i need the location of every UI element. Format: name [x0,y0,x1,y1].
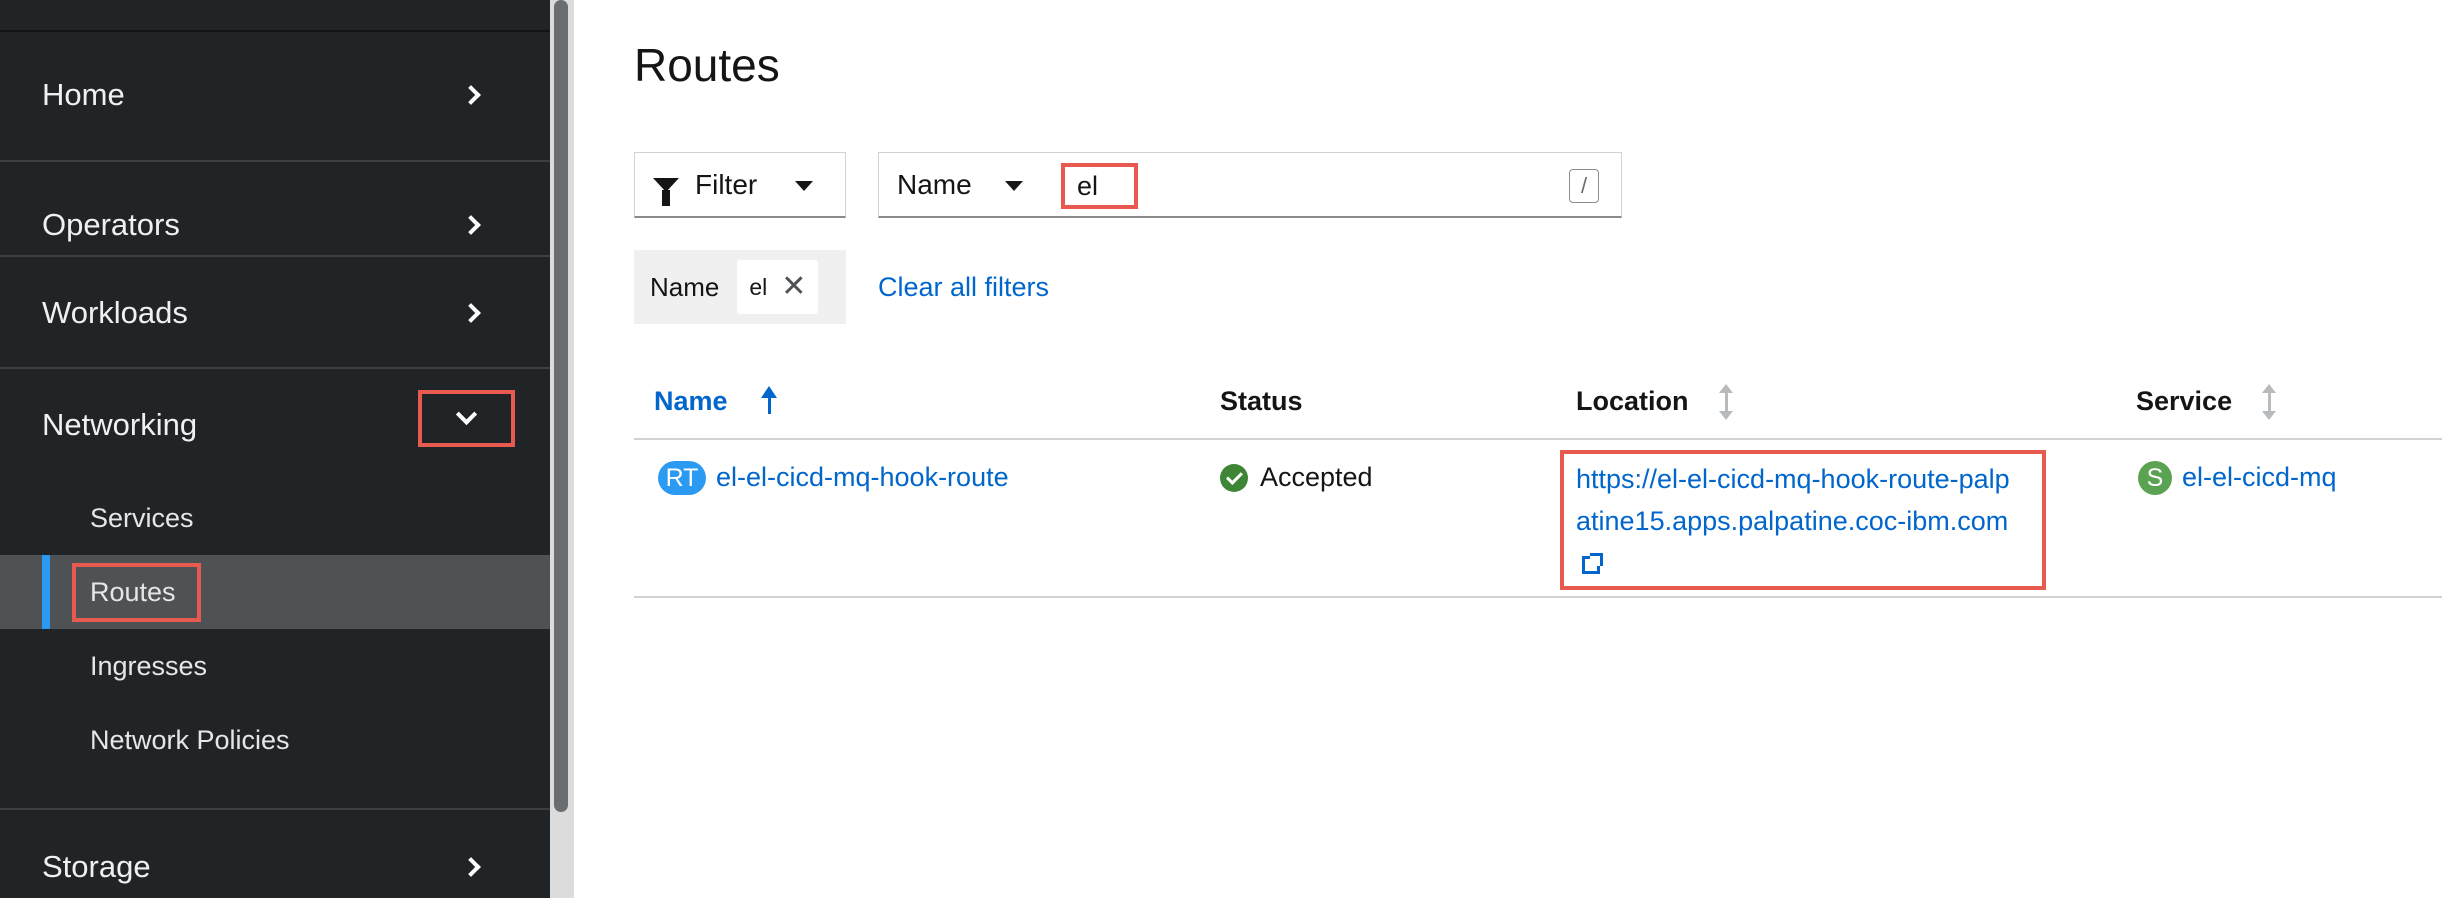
location-url: https://el-el-cicd-mq-hook-route-palpati… [1576,464,2010,536]
filter-chip: el ✕ [737,260,819,314]
clear-all-filters-link[interactable]: Clear all filters [878,272,1049,303]
column-header-label: Service [2136,386,2233,416]
table-header-divider [634,438,2442,440]
close-icon[interactable]: ✕ [781,272,806,302]
service-resource-badge: S [2138,461,2172,495]
column-header-label: Status [1220,386,1303,416]
column-header-status: Status [1220,386,1303,417]
sort-icon [1718,383,1733,420]
chevron-right-icon [461,857,481,877]
page-title: Routes [634,39,780,91]
sidebar-item-services[interactable]: Services [0,481,550,555]
column-header-label: Location [1576,386,1689,416]
sort-ascending-icon [760,385,777,414]
chevron-right-icon [461,303,481,323]
route-name-link[interactable]: el-el-cicd-mq-hook-route [716,462,1009,493]
search-group: Name / [878,152,1622,218]
sidebar-item-home[interactable]: Home [0,40,550,150]
sort-icon [2262,383,2277,420]
external-link-icon [1582,553,1603,574]
sidebar-divider [0,367,550,369]
sidebar-item-routes[interactable]: Routes [0,555,550,629]
check-circle-icon [1220,464,1248,492]
sidebar-item-label: Networking [42,407,198,442]
networking-collapse-toggle[interactable] [418,390,515,447]
service-link[interactable]: el-el-cicd-mq [2182,462,2337,493]
chip-value: el [749,273,768,300]
status-text: Accepted [1260,462,1373,492]
main-content: Routes Filter Name / Name el ✕ Clear all… [574,0,2442,898]
sidebar-item-label: Storage [42,849,151,884]
sidebar-item-workloads[interactable]: Workloads [0,258,550,368]
chevron-down-icon [455,403,478,426]
sidebar-item-label: Services [90,502,194,533]
location-link[interactable]: https://el-el-cicd-mq-hook-route-palpati… [1576,458,2016,584]
sidebar-top-divider [0,30,550,32]
filter-dropdown[interactable]: Filter [634,152,846,218]
sidebar-item-label: Network Policies [90,724,290,755]
sidebar-item-label: Operators [42,207,180,242]
active-indicator [42,555,50,629]
chip-group-category: Name [650,271,720,302]
chevron-right-icon [461,85,481,105]
filter-type-dropdown[interactable]: Name [879,153,1059,217]
filter-icon [653,177,679,206]
search-input[interactable] [1061,163,1138,209]
filter-chip-group: Name el ✕ [634,250,846,324]
column-header-label: Name [654,386,728,416]
sidebar-item-storage[interactable]: Storage [0,812,550,898]
chevron-right-icon [461,215,481,235]
sidebar-divider [0,255,550,257]
sidebar-item-label: Ingresses [90,650,208,681]
sidebar-item-label: Workloads [42,295,188,330]
column-header-name[interactable]: Name [654,385,777,417]
keyboard-shortcut-hint: / [1569,169,1599,203]
filter-label: Filter [695,168,758,200]
sidebar-divider [0,808,550,810]
sidebar-item-ingresses[interactable]: Ingresses [0,629,550,703]
column-header-service[interactable]: Service [2136,383,2277,420]
caret-down-icon [1005,180,1023,191]
sidebar-scrollbar-thumb[interactable] [554,0,568,812]
sidebar-item-label: Routes [90,576,176,607]
route-resource-badge: RT [658,461,706,495]
filter-type-label: Name [897,168,972,200]
column-header-location[interactable]: Location [1576,383,1733,420]
sidebar: Home Operators Workloads Networking Serv… [0,0,550,898]
caret-down-icon [795,181,813,191]
table-row-divider [634,596,2442,598]
sidebar-item-label: Home [42,77,125,112]
sidebar-divider [0,160,550,162]
sidebar-item-network-policies[interactable]: Network Policies [0,703,550,777]
